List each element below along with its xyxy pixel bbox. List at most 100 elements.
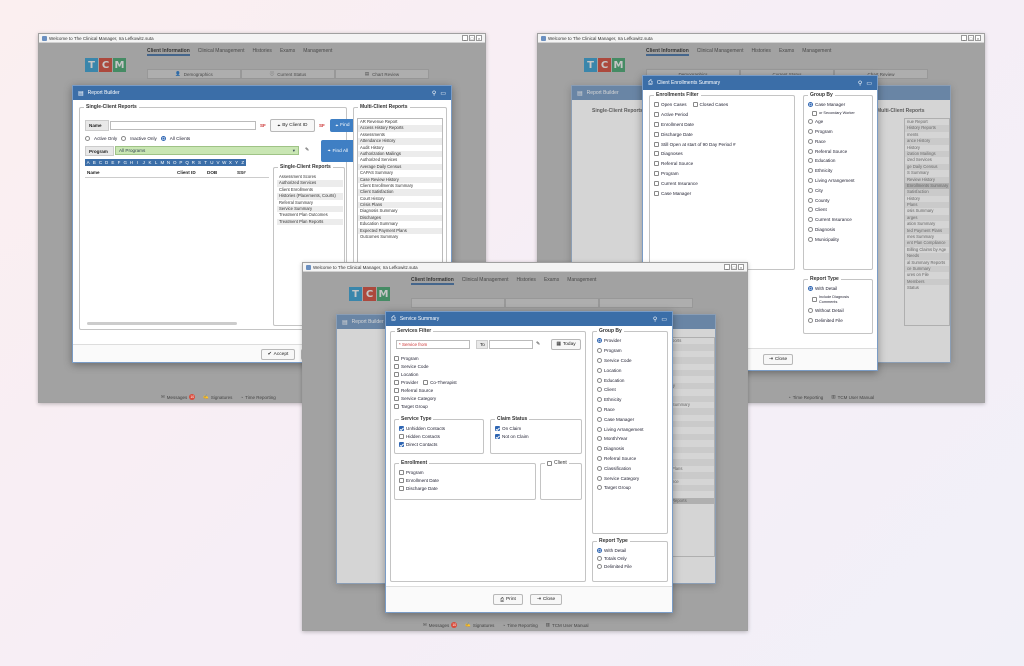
messages-link[interactable]: ✉ Messages 10 — [423, 622, 458, 628]
group-case-manager-radio[interactable] — [597, 416, 602, 422]
location-checkbox[interactable] — [394, 371, 399, 377]
col-client-id[interactable]: Client ID — [177, 170, 207, 175]
zoom-icon[interactable]: ⚲ — [858, 80, 862, 87]
signatures-link[interactable]: ✍ Signatures — [203, 394, 232, 400]
without-detail-radio[interactable] — [808, 308, 813, 314]
provider-checkbox[interactable] — [394, 379, 399, 385]
group-program-radio[interactable] — [597, 348, 602, 354]
delimited-file-radio[interactable] — [597, 563, 602, 569]
enrollment-date-checkbox[interactable] — [399, 477, 404, 483]
enrollment-date-checkbox[interactable] — [654, 121, 659, 127]
list-item[interactable]: Outcomes Summary — [358, 234, 442, 240]
group-diagnosis-radio[interactable] — [597, 446, 602, 452]
still-open-checkbox[interactable] — [654, 141, 659, 147]
current-insurance-checkbox[interactable] — [654, 180, 659, 186]
group-ethnicity-radio[interactable] — [597, 397, 602, 403]
unhidden-contacts-checkbox[interactable] — [399, 425, 404, 431]
with-detail-radio[interactable] — [597, 547, 602, 553]
col-name[interactable]: Name — [87, 170, 177, 175]
active-period-checkbox[interactable] — [654, 112, 659, 118]
col-ssn[interactable]: SS# — [237, 170, 246, 175]
time-reporting-link[interactable]: ◔ Time Reporting — [240, 395, 275, 400]
group-education-radio[interactable] — [597, 377, 602, 383]
maximize-icon[interactable]: ▭ — [440, 90, 446, 97]
zoom-icon[interactable]: ⚲ — [653, 316, 657, 323]
group-referral-source-radio[interactable] — [808, 148, 813, 154]
with-detail-radio[interactable] — [808, 286, 813, 292]
group-client-radio[interactable] — [808, 207, 813, 213]
co-therapist-checkbox[interactable] — [423, 379, 429, 385]
group-provider-radio[interactable] — [597, 338, 602, 344]
group-age-radio[interactable] — [808, 119, 813, 125]
group-education-radio[interactable] — [808, 158, 813, 164]
close-button[interactable]: ⇥Close — [763, 354, 793, 365]
group-location-radio[interactable] — [597, 367, 602, 373]
program-checkbox[interactable] — [654, 170, 659, 176]
close-window-button[interactable]: × — [476, 35, 482, 41]
group-program-radio[interactable] — [808, 128, 813, 134]
maximize-button[interactable]: □ — [469, 35, 475, 41]
closed-cases-checkbox[interactable] — [692, 102, 698, 108]
maximize-icon[interactable]: ▭ — [866, 80, 872, 87]
col-dob[interactable]: DOB — [207, 170, 237, 175]
target-group-checkbox[interactable] — [394, 403, 399, 409]
close-window-button[interactable]: × — [975, 35, 981, 41]
group-race-radio[interactable] — [808, 138, 813, 144]
group-case-manager-radio[interactable] — [808, 102, 813, 108]
service-category-checkbox[interactable] — [394, 395, 399, 401]
enrollment-program-checkbox[interactable] — [399, 469, 404, 475]
active-only-radio[interactable] — [85, 136, 90, 142]
hidden-contacts-checkbox[interactable] — [399, 433, 404, 439]
group-county-radio[interactable] — [808, 197, 813, 203]
client-checkbox[interactable] — [547, 460, 552, 466]
maximize-icon[interactable]: ▭ — [661, 316, 667, 323]
discharge-date-checkbox[interactable] — [399, 485, 404, 491]
close-button[interactable]: ⇥Close — [530, 594, 562, 605]
eraser-icon[interactable]: ✎ — [305, 147, 309, 153]
inactive-only-radio[interactable] — [121, 136, 127, 142]
case-manager-checkbox[interactable] — [654, 190, 659, 196]
group-service-category-radio[interactable] — [597, 475, 602, 481]
print-button[interactable]: ⎙ Print — [493, 594, 523, 605]
client-table[interactable] — [85, 177, 269, 327]
group-ethnicity-radio[interactable] — [808, 168, 813, 174]
group-referral-source-radio[interactable] — [597, 455, 602, 461]
list-item[interactable]: Treatment Plan Reports — [277, 218, 343, 226]
list-item[interactable]: Histories (Placements, Courts) — [277, 193, 343, 200]
group-diagnosis-radio[interactable] — [808, 226, 813, 232]
group-city-radio[interactable] — [808, 187, 813, 193]
user-manual-link[interactable]: ▥ TCM User Manual — [546, 622, 589, 628]
group-living-arrangement-radio[interactable] — [808, 177, 813, 183]
group-month-year-radio[interactable] — [597, 436, 602, 442]
close-window-button[interactable]: × — [738, 264, 744, 270]
discharge-date-checkbox[interactable] — [654, 131, 659, 137]
diagnoses-checkbox[interactable] — [654, 151, 659, 157]
group-target-group-radio[interactable] — [597, 485, 602, 491]
time-reporting-link[interactable]: ◔ Time Reporting — [502, 623, 537, 628]
signatures-link[interactable]: ✍ Signatures — [465, 622, 494, 628]
totals-only-radio[interactable] — [597, 555, 602, 561]
open-cases-checkbox[interactable] — [654, 102, 659, 108]
group-current-insurance-radio[interactable] — [808, 217, 813, 223]
maximize-button[interactable]: □ — [968, 35, 974, 41]
service-code-checkbox[interactable] — [394, 363, 399, 369]
delimited-file-radio[interactable] — [808, 317, 813, 323]
name-input[interactable] — [110, 121, 256, 130]
secondary-worker-checkbox[interactable] — [812, 110, 817, 116]
zoom-icon[interactable]: ⚲ — [432, 90, 436, 97]
horizontal-scrollbar[interactable] — [87, 322, 237, 325]
on-claim-checkbox[interactable] — [495, 425, 500, 431]
accept-button[interactable]: ✔ Accept — [261, 349, 295, 360]
not-on-claim-checkbox[interactable] — [495, 433, 500, 439]
service-from-input[interactable]: * Service from — [396, 340, 470, 349]
find-all-button[interactable]: ⌖ Find All — [321, 140, 355, 162]
service-to-input[interactable] — [489, 340, 533, 349]
group-municipality-radio[interactable] — [808, 236, 813, 242]
single-client-report-list[interactable]: Assessment Scores Authorized Services Cl… — [277, 174, 343, 234]
minimize-button[interactable]: _ — [724, 264, 730, 270]
group-classification-radio[interactable] — [597, 465, 602, 471]
program-checkbox[interactable] — [394, 355, 399, 361]
group-service-code-radio[interactable] — [597, 357, 602, 363]
time-reporting-link[interactable]: ◔ Time Reporting — [788, 395, 823, 400]
maximize-button[interactable]: □ — [731, 264, 737, 270]
